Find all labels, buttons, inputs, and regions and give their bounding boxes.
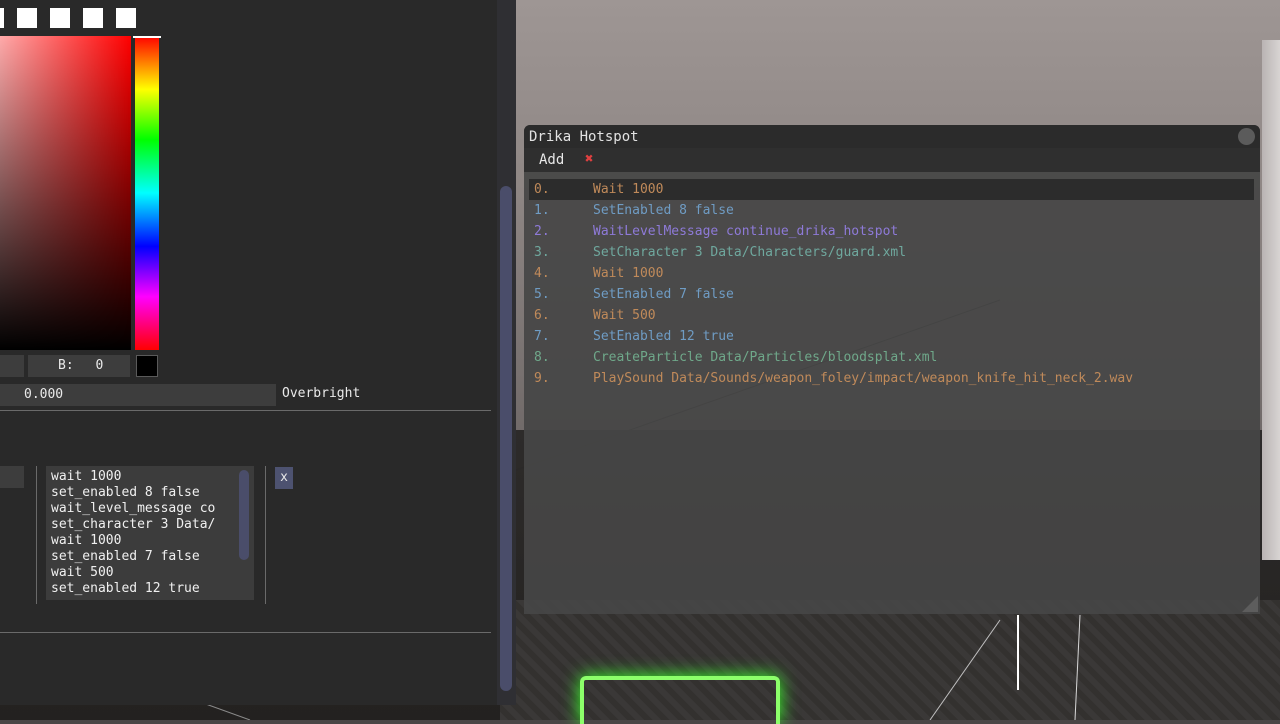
saturation-value-picker[interactable]	[0, 36, 131, 350]
action-row[interactable]: 6. Wait 500	[529, 305, 1254, 326]
object-inspector-panel: B: 0 0.000 Overbright wait 1000 set_enabl…	[0, 0, 497, 705]
hotspot-object	[580, 676, 780, 724]
script-line: set_enabled 12 true	[51, 581, 200, 596]
action-index: 2.	[534, 224, 550, 239]
action-row[interactable]: 7. SetEnabled 12 true	[529, 326, 1254, 347]
action-row[interactable]: 2. WaitLevelMessage continue_drika_hotspo…	[529, 221, 1254, 242]
action-index: 4.	[534, 266, 550, 281]
color-swatch[interactable]	[83, 8, 103, 28]
hue-slider-marker[interactable]	[133, 36, 161, 38]
action-row[interactable]: 9. PlaySound Data/Sounds/weapon_foley/imp…	[529, 368, 1254, 389]
hue-slider[interactable]	[135, 36, 159, 350]
action-index: 0.	[534, 182, 550, 197]
action-label: CreateParticle Data/Particles/bloodsplat…	[593, 350, 938, 365]
color-swatch[interactable]	[0, 8, 4, 28]
separator	[0, 632, 491, 633]
color-swatch[interactable]	[116, 8, 136, 28]
action-index: 8.	[534, 350, 550, 365]
column-divider	[265, 466, 266, 604]
action-label: SetEnabled 12 true	[593, 329, 734, 344]
action-row[interactable]: 3. SetCharacter 3 Data/Characters/guard.x…	[529, 242, 1254, 263]
script-line: wait 1000	[51, 533, 122, 548]
action-index: 6.	[534, 308, 550, 323]
channel-g-field[interactable]	[0, 355, 24, 377]
overbright-field[interactable]: 0.000	[0, 384, 276, 406]
action-index: 5.	[534, 287, 550, 302]
action-row[interactable]: 0. Wait 1000	[529, 179, 1254, 200]
channel-b-value: 0	[95, 358, 104, 373]
remove-action-button[interactable]: ✖	[585, 151, 593, 167]
action-row[interactable]: 8. CreateParticle Data/Particles/bloodspl…	[529, 347, 1254, 368]
script-line: wait_level_message co	[51, 501, 216, 516]
action-label: Wait 1000	[593, 182, 664, 197]
action-label: PlaySound Data/Sounds/weapon_foley/impac…	[593, 371, 1134, 386]
color-preview-swatch[interactable]	[136, 355, 158, 377]
overbright-value: 0.000	[24, 387, 64, 402]
action-label: WaitLevelMessage continue_drika_hotspot	[593, 224, 899, 239]
action-index: 7.	[534, 329, 550, 344]
window-menubar	[524, 148, 1260, 172]
script-scrollbar[interactable]	[239, 470, 249, 560]
window-titlebar[interactable]: Drika Hotspot	[524, 125, 1260, 148]
action-list: 0. Wait 1000 1. SetEnabled 8 false 2. WaitLev…	[529, 179, 1254, 389]
action-label: SetEnabled 8 false	[593, 203, 734, 218]
drika-hotspot-window: Drika Hotspot Add ✖ 0. Wait 1000 1. SetEnab…	[524, 125, 1260, 614]
add-action-menu[interactable]: Add	[539, 152, 564, 168]
channel-b-label: B:	[58, 358, 74, 373]
panel-scrollbar-thumb[interactable]	[500, 186, 512, 691]
script-line: wait 500	[51, 565, 114, 580]
window-title: Drika Hotspot	[529, 129, 639, 145]
action-label: SetEnabled 7 false	[593, 287, 734, 302]
window-close-button[interactable]	[1238, 128, 1255, 145]
channel-b-field[interactable]: B: 0	[28, 355, 130, 377]
action-index: 9.	[534, 371, 550, 386]
remove-script-button[interactable]: x	[275, 467, 293, 489]
color-swatch[interactable]	[50, 8, 70, 28]
panel-scrollbar[interactable]	[497, 0, 516, 705]
overbright-label: Overbright	[282, 386, 361, 401]
action-row[interactable]: 4. Wait 1000	[529, 263, 1254, 284]
action-label: SetCharacter 3 Data/Characters/guard.xml	[593, 245, 907, 260]
script-line: wait 1000	[51, 469, 122, 484]
action-row[interactable]: 1. SetEnabled 8 false	[529, 200, 1254, 221]
column-divider	[36, 466, 37, 604]
script-name-field[interactable]	[0, 466, 24, 488]
script-text-area[interactable]: wait 1000 set_enabled 8 false wait_level_m…	[46, 466, 254, 600]
action-label: Wait 1000	[593, 266, 664, 281]
action-index: 3.	[534, 245, 550, 260]
action-label: Wait 500	[593, 308, 656, 323]
resize-grip[interactable]	[1242, 596, 1258, 612]
script-line: set_character 3 Data/	[51, 517, 216, 532]
script-line: set_enabled 8 false	[51, 485, 200, 500]
script-line: set_enabled 7 false	[51, 549, 200, 564]
separator	[0, 410, 491, 411]
action-row[interactable]: 5. SetEnabled 7 false	[529, 284, 1254, 305]
color-swatch[interactable]	[17, 8, 37, 28]
action-index: 1.	[534, 203, 550, 218]
script-lines: wait 1000 set_enabled 8 false wait_level_m…	[51, 469, 215, 597]
